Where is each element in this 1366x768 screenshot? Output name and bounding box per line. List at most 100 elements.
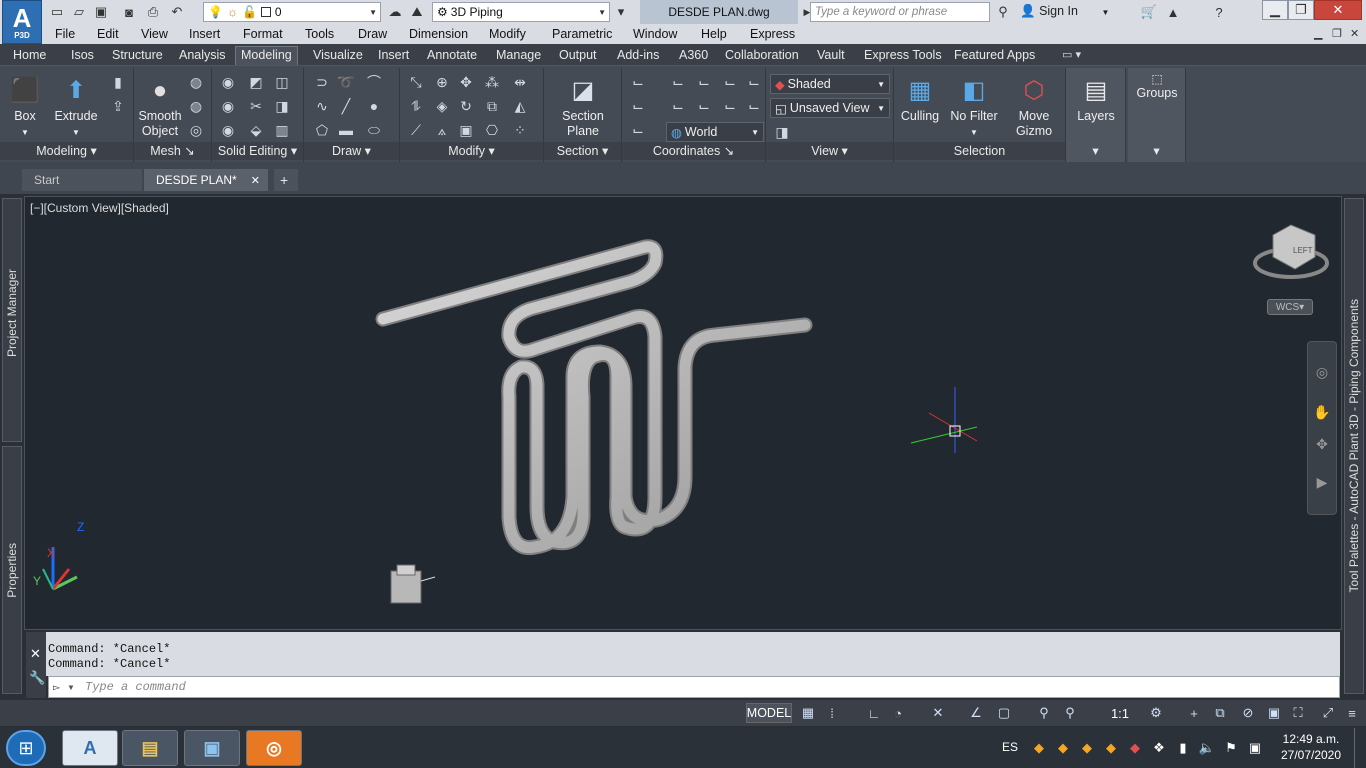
language-indicator[interactable]: ES [1002,740,1018,754]
line-icon[interactable]: ╱ [336,96,356,116]
doc-restore-icon[interactable]: ❐ [1332,27,1342,40]
extrude-faces-icon[interactable]: ◨ [272,96,292,116]
steering-wheel-icon[interactable]: ◎ [1312,362,1332,382]
menu-dimension[interactable]: Dimension [409,27,468,41]
command-window-handle[interactable]: ✕ 🔧 [26,632,46,698]
layer-dropdown[interactable]: 💡 ☼ 🔓 0 ▼ [203,2,381,22]
named-view-dropdown[interactable]: ◱ Unsaved View ▼ [770,98,890,118]
tab-manage[interactable]: Manage [491,47,546,66]
tab-collaboration[interactable]: Collaboration [720,47,804,66]
menu-edit[interactable]: Edit [97,27,119,41]
match-properties-icon[interactable]: ☁ [386,3,404,21]
doc-minimize-icon[interactable]: ▁ [1314,27,1322,40]
pan-icon[interactable]: ✋ [1312,402,1332,422]
mirror-icon[interactable]: ⇹ [510,72,530,92]
menu-draw[interactable]: Draw [358,27,387,41]
search-input[interactable]: Type a keyword or phrase [810,2,990,22]
tab-featured-apps[interactable]: Featured Apps [949,47,1040,66]
3d-array-icon[interactable]: ⁂ [482,72,502,92]
isodraft-icon[interactable]: ✕ [928,703,948,723]
polyline-icon[interactable]: ⊃ [312,72,332,92]
3d-move-icon[interactable]: ✥ [456,72,476,92]
valve-component[interactable] [390,564,436,604]
tab-a360[interactable]: A360 [674,47,713,66]
taskbar-pdf-icon[interactable]: ◎ [246,730,302,766]
volume-icon[interactable]: 🔈 [1198,738,1216,758]
tray-app-icon[interactable]: ◆ [1054,738,1072,758]
rotate-icon[interactable]: ↻ [456,96,476,116]
ucs-icon[interactable]: ⌙ [628,72,648,92]
doc-close-icon[interactable]: ✕ [1350,27,1359,40]
menu-tools[interactable]: Tools [305,27,334,41]
hardware-acceleration-icon[interactable]: ▣ [1264,703,1284,723]
showmotion-icon[interactable]: ▶ [1312,472,1332,492]
polysolid-icon[interactable]: ▮ [108,72,128,92]
mesh-refine-icon[interactable]: ◎ [186,120,206,140]
dropbox-icon[interactable]: ❖ [1150,738,1168,758]
taskbar-explorer-icon[interactable]: ▤ [122,730,178,766]
auto-scale-icon[interactable]: ⚲ [1060,703,1080,723]
tab-structure[interactable]: Structure [107,47,168,66]
menu-view[interactable]: View [141,27,168,41]
menu-parametric[interactable]: Parametric [552,27,612,41]
viewcube[interactable]: LEFT [1253,224,1329,279]
tray-app-icon[interactable]: ◆ [1102,738,1120,758]
save-icon[interactable]: ▣ [92,3,110,21]
section-plane-button[interactable]: ◪ Section Plane [554,72,612,139]
helix-icon[interactable]: ➰ [336,72,356,92]
circle-icon[interactable]: ● [364,96,384,116]
modify-panel-title[interactable]: Modify ▾ [400,142,543,160]
tray-app-icon[interactable]: ◆ [1126,738,1144,758]
workspace-dropdown[interactable]: ⚙ 3D Piping ▼ [432,2,610,22]
taskbar-autocad-icon[interactable]: A [62,730,118,766]
gizmo-icon[interactable]: ⟑ [432,120,452,140]
viewport-config-icon[interactable]: ◨ [772,122,792,142]
cart-icon[interactable]: 🛒 [1140,3,1158,21]
units-icon[interactable]: ⧉ [1210,703,1230,723]
tab-output[interactable]: Output [554,47,602,66]
no-filter-button[interactable]: ◧ No Filter ▼ [946,72,1002,140]
tab-annotate[interactable]: Annotate [422,47,482,66]
command-prompt-icon[interactable]: ▻ ▾ [53,680,75,695]
shell-icon[interactable]: ▥ [272,120,292,140]
tab-vault[interactable]: Vault [812,47,850,66]
groups-button[interactable]: ⬚ Groups [1130,72,1184,101]
layers-button[interactable]: ▤ Layers [1070,72,1122,124]
show-desktop-button[interactable] [1354,728,1366,768]
solid-editing-panel-title[interactable]: Solid Editing ▾ [212,142,303,160]
ucs-y-icon[interactable]: ⌙ [720,72,740,92]
object-snap-icon[interactable]: ▢ [994,703,1014,723]
a360-icon[interactable]: ▲ [1164,3,1182,21]
ucs-z-icon[interactable]: ⌙ [744,72,764,92]
customize-qat-icon[interactable]: ▾ [612,3,630,21]
sign-in-link[interactable]: 👤 Sign In ▼ [1020,4,1109,19]
layers-expand[interactable]: ▾ [1066,142,1125,160]
tab-express-tools[interactable]: Express Tools [859,47,947,66]
ribbon-toggle-icon[interactable]: ▭ ▾ [1062,48,1081,61]
ortho-icon[interactable]: ∟ [864,703,884,723]
minimize-button[interactable]: ▁ [1262,0,1288,20]
save-as-icon[interactable]: ◙ [120,3,138,21]
application-button[interactable]: A P3D [2,0,42,44]
mesh-panel-title[interactable]: Mesh ↘ [134,142,211,160]
help-icon[interactable]: ? [1210,3,1228,21]
union-icon[interactable]: ◉ [218,72,238,92]
close-command-icon[interactable]: ✕ [30,646,41,662]
menu-file[interactable]: File [55,27,75,41]
orbit-icon[interactable]: ✥ [1312,434,1332,454]
object-snap-tracking-icon[interactable]: ∠ [966,703,986,723]
draw-panel-title[interactable]: Draw ▾ [304,142,399,160]
arc-icon[interactable]: ⌒ [364,72,384,92]
tab-current-drawing[interactable]: DESDE PLAN* ✕ [144,169,268,191]
groups-expand[interactable]: ▾ [1128,142,1185,160]
tab-analysis[interactable]: Analysis [174,47,231,66]
ucs-face-icon[interactable]: ⌙ [744,96,764,116]
tab-visualize[interactable]: Visualize [308,47,368,66]
action-center-icon[interactable]: ⚑ [1222,738,1240,758]
annotation-visibility-icon[interactable]: ⚲ [1034,703,1054,723]
section-panel-title[interactable]: Section ▾ [544,142,621,160]
close-button[interactable]: ✕ [1314,0,1362,20]
ucs-world-icon[interactable]: ⌙ [668,72,688,92]
array-icon[interactable]: ⎔ [482,120,502,140]
taskbar-photos-icon[interactable]: ▣ [184,730,240,766]
